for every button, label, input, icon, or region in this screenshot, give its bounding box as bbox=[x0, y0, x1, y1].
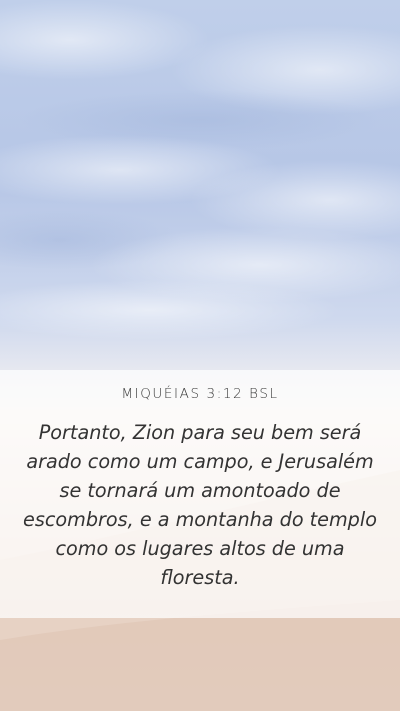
verse-image-screen: MIQUÉIAS 3:12 BSL Portanto, Zion para se… bbox=[0, 0, 400, 711]
verse-text: Portanto, Zion para seu bem será arado c… bbox=[23, 421, 377, 589]
verse-reference: MIQUÉIAS 3:12 BSL bbox=[121, 386, 279, 402]
